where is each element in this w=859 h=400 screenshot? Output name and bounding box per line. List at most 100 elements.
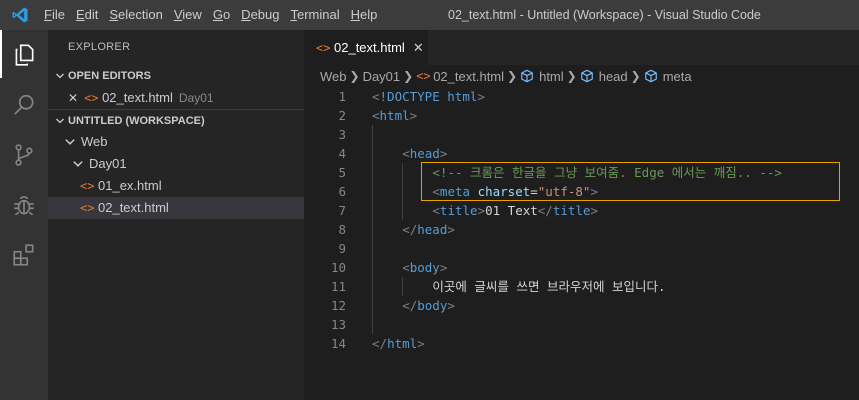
line-number: 3 [338, 127, 346, 142]
code-line[interactable]: 3 [304, 125, 859, 144]
code-line[interactable]: 8 </head> [304, 220, 859, 239]
tree-file-01-ex[interactable]: <> 01_ex.html [48, 175, 304, 197]
code-token: title [552, 203, 591, 218]
code-token: !DOCTYPE [379, 89, 440, 104]
breadcrumb-item-day01[interactable]: Day01 [363, 69, 401, 84]
html-file-icon: <> [416, 69, 431, 83]
symbol-element-icon [644, 69, 657, 83]
tree-folder-web-label: Web [81, 134, 108, 149]
code-line[interactable]: 11 이곳에 글씨를 쓰면 브라우저에 보입니다. [304, 277, 859, 296]
html-file-icon: <> [316, 40, 331, 55]
code-content: 이곳에 글씨를 쓰면 브라우저에 보입니다. [432, 277, 665, 296]
code-editor[interactable]: 1 <!DOCTYPE html> 2 <html> 3 4 <head> 5 <!-- 크롬은… [304, 87, 859, 400]
close-icon[interactable]: ✕ [68, 87, 78, 109]
indent-guide [372, 125, 373, 334]
code-token: > [477, 89, 485, 104]
code-token: </ [537, 203, 553, 218]
open-editors-label: OPEN EDITORS [68, 70, 151, 82]
code-line[interactable]: 4 <head> [304, 144, 859, 163]
code-token: 이곳에 글씨를 쓰면 브라우저에 보입니다. [432, 279, 666, 294]
code-content: <meta charset="utf-8"> [432, 182, 598, 201]
activity-explorer[interactable] [0, 30, 48, 80]
code-token: meta [439, 184, 471, 199]
code-token: < [402, 146, 410, 161]
code-line[interactable]: 9 [304, 239, 859, 258]
code-token: < [432, 203, 440, 218]
code-token: head [409, 146, 440, 161]
line-number: 14 [330, 336, 346, 351]
code-line[interactable]: 13 [304, 315, 859, 334]
code-token: < [402, 260, 410, 275]
close-icon[interactable]: ✕ [413, 40, 424, 56]
sidebar-title: EXPLORER [68, 41, 131, 53]
tree-file-label: 02_text.html [98, 200, 169, 215]
html-file-icon: <> [84, 91, 99, 105]
code-token: head [417, 222, 448, 237]
tree-folder-day01[interactable]: Day01 [48, 153, 304, 175]
source-control-icon [15, 144, 33, 166]
code-line[interactable]: 12 </body> [304, 296, 859, 315]
symbol-element-icon [521, 69, 533, 83]
open-editor-name: 02_text.html [102, 90, 173, 105]
code-token: title [439, 203, 478, 218]
chevron-right-icon: ❯ [566, 69, 577, 83]
workspace-header[interactable]: UNTITLED (WORKSPACE) [48, 109, 304, 131]
chevron-right-icon: ❯ [630, 69, 641, 83]
activity-source-control[interactable] [0, 130, 48, 180]
code-token: body [409, 260, 440, 275]
code-content: </head> [402, 220, 455, 239]
code-line[interactable]: 6 <meta charset="utf-8"> [304, 182, 859, 201]
tree-folder-day01-label: Day01 [89, 156, 127, 171]
line-number: 12 [330, 298, 346, 313]
code-line[interactable]: 10 <body> [304, 258, 859, 277]
code-token: > [417, 336, 425, 351]
chevron-down-icon [70, 153, 86, 175]
workspace-label: UNTITLED (WORKSPACE) [68, 114, 205, 127]
code-line[interactable]: 7 <title>01 Text</title> [304, 201, 859, 220]
code-token: > [439, 146, 448, 161]
code-content: <body> [402, 258, 447, 277]
line-number: 1 [338, 89, 346, 104]
line-number: 7 [338, 203, 346, 218]
code-line[interactable]: 1 <!DOCTYPE html> [304, 87, 859, 106]
window-title: 02_text.html - Untitled (Workspace) - Vi… [448, 8, 761, 22]
activity-search[interactable] [0, 80, 48, 130]
open-editors-header[interactable]: OPEN EDITORS [48, 65, 304, 87]
code-line[interactable]: 14 </html> [304, 334, 859, 353]
activity-debug[interactable] [0, 180, 48, 230]
breadcrumb-item-head[interactable]: head [599, 69, 628, 84]
search-icon [14, 94, 34, 115]
code-token: html [387, 336, 418, 351]
code-token: > [590, 184, 598, 199]
breadcrumb: Web ❯ Day01 ❯ <> 02_text.html ❯ html ❯ h… [304, 65, 859, 87]
code-token: > [447, 222, 455, 237]
code-content: <head> [402, 144, 447, 163]
indent-guide [402, 163, 404, 220]
activity-extensions[interactable] [0, 230, 48, 280]
breadcrumb-item-html[interactable]: html [539, 69, 564, 84]
breadcrumb-item-meta[interactable]: meta [663, 69, 692, 84]
open-editor-item[interactable]: ✕ <> 02_text.html Day01 [48, 87, 304, 109]
code-line[interactable]: 5 <!-- 크롬은 한글을 그냥 보여줌. Edge 에서는 깨짐.. --> [304, 163, 859, 182]
code-token: > [447, 298, 455, 313]
tab-02-text-html[interactable]: <> 02_text.html ✕ [304, 30, 428, 65]
html-file-icon: <> [80, 179, 95, 193]
chevron-right-icon: ❯ [349, 69, 360, 83]
breadcrumb-item-file[interactable]: 02_text.html [433, 69, 504, 84]
code-token: html [447, 89, 478, 104]
line-number: 4 [338, 146, 346, 161]
editor-tabs: <> 02_text.html ✕ [304, 30, 859, 65]
code-token: </ [402, 222, 418, 237]
line-number: 13 [330, 317, 346, 332]
code-token: <!-- 크롬은 한글을 그냥 보여줌. Edge 에서는 깨짐.. --> [432, 165, 782, 180]
chevron-right-icon: ❯ [507, 69, 518, 83]
explorer-sidebar: EXPLORER OPEN EDITORS ✕ <> 02_text.html … [48, 30, 304, 400]
breadcrumb-item-web[interactable]: Web [320, 69, 347, 84]
tree-file-02-text[interactable]: <> 02_text.html [48, 197, 304, 219]
line-number: 5 [338, 165, 346, 180]
line-number: 8 [338, 222, 346, 237]
code-content: <title>01 Text</title> [432, 201, 598, 220]
code-line[interactable]: 2 <html> [304, 106, 859, 125]
tree-folder-web[interactable]: Web [48, 131, 304, 153]
